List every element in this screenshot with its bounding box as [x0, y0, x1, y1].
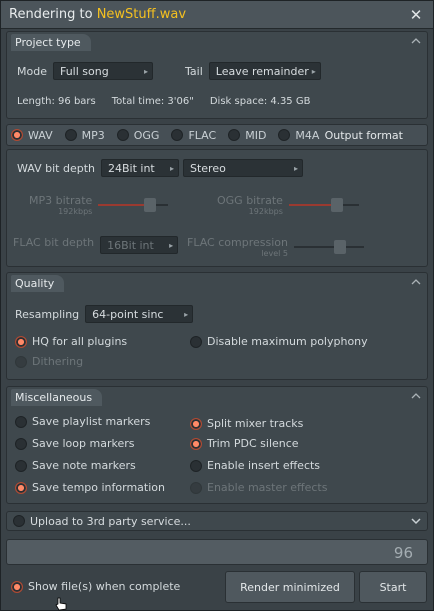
radio-icon	[11, 580, 23, 593]
chevron-right-icon: ▸	[143, 67, 148, 76]
flac-compression-label: FLAC compression	[187, 236, 288, 249]
tail-select[interactable]: Leave remainder ▸	[208, 62, 321, 80]
disable-max-polyphony-option[interactable]: Disable maximum polyphony	[190, 335, 368, 348]
radio-icon	[190, 437, 202, 450]
chevron-right-icon: ▸	[184, 310, 189, 319]
upload-row[interactable]: Upload to 3rd party service...	[6, 511, 428, 531]
format-bar: WAV MP3 OGG FLAC MID M4A Output format	[6, 124, 428, 146]
enable-insert-effects-option[interactable]: Enable insert effects	[190, 459, 320, 472]
ogg-bitrate-label: OGG bitrate	[217, 194, 283, 207]
render-minimized-button[interactable]: Render minimized	[225, 571, 355, 603]
chevron-right-icon: ▸	[293, 164, 298, 173]
mode-select[interactable]: Full song ▸	[52, 62, 153, 80]
radio-icon	[190, 481, 202, 494]
wav-bit-depth-select[interactable]: 24Bit int ▸	[100, 159, 179, 177]
slider-knob[interactable]	[333, 240, 346, 254]
mp3-bitrate-sub: 192kbps	[58, 207, 93, 216]
collapse-caret-icon[interactable]	[411, 391, 421, 401]
mode-label: Mode	[17, 64, 47, 78]
ogg-bitrate-slider[interactable]	[288, 198, 359, 212]
quality-header: Quality	[11, 274, 65, 292]
radio-icon	[228, 129, 241, 141]
resampling-select[interactable]: 64-point sinc ▸	[85, 305, 194, 323]
project-type-section: Project type Mode Full song ▸ Tail Leave …	[6, 31, 428, 119]
chevron-right-icon: ▸	[169, 241, 174, 250]
start-button[interactable]: Start	[359, 571, 427, 603]
quality-section: Quality Resampling 64-point sinc ▸ HQ for…	[6, 272, 428, 380]
flac-bit-depth-label: FLAC bit depth	[13, 236, 95, 249]
radio-icon	[15, 415, 27, 428]
project-type-header: Project type	[11, 33, 91, 51]
radio-icon	[15, 437, 27, 450]
flac-compression-slider[interactable]	[293, 240, 364, 254]
radio-icon	[13, 515, 25, 527]
split-mixer-tracks-option[interactable]: Split mixer tracks	[190, 417, 303, 430]
output-format-label: Output format	[324, 128, 403, 142]
format-flac[interactable]: FLAC	[171, 129, 216, 142]
format-ogg[interactable]: OGG	[116, 129, 159, 142]
close-icon[interactable]: ✕	[407, 6, 425, 24]
render-dialog: Rendering to NewStuff.wav ✕ Project type…	[0, 0, 434, 611]
tail-label: Tail	[185, 64, 203, 78]
disk-space-text: Disk space: 4.35 GB	[209, 96, 311, 107]
radio-icon	[190, 417, 202, 430]
hand-cursor-icon	[55, 597, 69, 611]
total-time-text: Total time: 3'06"	[111, 96, 194, 107]
enable-master-effects-option[interactable]: Enable master effects	[190, 481, 327, 494]
chevron-right-icon: ▸	[311, 67, 316, 76]
mp3-bitrate-slider[interactable]	[98, 198, 169, 212]
progress-value: 96	[393, 544, 413, 562]
save-playlist-markers-option[interactable]: Save playlist markers	[15, 415, 150, 428]
upload-label: Upload to 3rd party service...	[30, 514, 191, 528]
radio-icon	[15, 355, 27, 368]
radio-icon	[15, 459, 27, 472]
flac-bit-depth-select[interactable]: 16Bit int ▸	[100, 236, 179, 254]
ogg-bitrate-sub: 192kbps	[248, 207, 283, 216]
misc-section: Miscellaneous Save playlist markers Save…	[6, 386, 428, 504]
slider-knob[interactable]	[144, 198, 157, 212]
resampling-label: Resampling	[15, 307, 80, 321]
radio-icon	[190, 335, 202, 348]
chevron-right-icon: ▸	[169, 164, 174, 173]
collapse-caret-icon[interactable]	[411, 277, 421, 287]
save-note-markers-option[interactable]: Save note markers	[15, 459, 136, 472]
misc-header: Miscellaneous	[11, 388, 103, 406]
show-files-option[interactable]: Show file(s) when complete	[11, 580, 180, 593]
wav-bit-depth-label: WAV bit depth	[17, 161, 95, 175]
mp3-bitrate-label: MP3 bitrate	[29, 194, 93, 207]
format-mp3[interactable]: MP3	[64, 129, 105, 142]
slider-knob[interactable]	[330, 198, 343, 212]
format-m4a[interactable]: M4A	[278, 129, 319, 142]
radio-icon	[15, 335, 27, 348]
radio-icon	[190, 459, 202, 472]
progress-bar: 96	[6, 539, 428, 565]
title-bar: Rendering to NewStuff.wav ✕	[1, 1, 433, 29]
collapse-caret-icon[interactable]	[411, 36, 421, 46]
radio-icon	[116, 129, 129, 141]
length-text: Length: 96 bars	[17, 96, 96, 107]
window-title: Rendering to NewStuff.wav	[9, 7, 187, 22]
save-tempo-info-option[interactable]: Save tempo information	[15, 481, 165, 494]
format-wav[interactable]: WAV	[11, 129, 53, 142]
format-mid[interactable]: MID	[228, 129, 266, 142]
radio-icon	[64, 129, 77, 141]
dithering-option[interactable]: Dithering	[15, 355, 83, 368]
radio-icon	[11, 129, 23, 141]
radio-icon	[278, 129, 291, 141]
trim-pdc-silence-option[interactable]: Trim PDC silence	[190, 437, 299, 450]
format-settings-section: WAV bit depth 24Bit int ▸ Stereo ▸ MP3 bit…	[6, 149, 428, 267]
channels-select[interactable]: Stereo ▸	[182, 159, 303, 177]
hq-all-plugins-option[interactable]: HQ for all plugins	[15, 335, 127, 348]
radio-icon	[171, 129, 184, 141]
flac-compression-sub: level 5	[261, 249, 288, 258]
save-loop-markers-option[interactable]: Save loop markers	[15, 437, 134, 450]
radio-icon	[15, 481, 27, 494]
chevron-down-icon	[411, 516, 421, 529]
